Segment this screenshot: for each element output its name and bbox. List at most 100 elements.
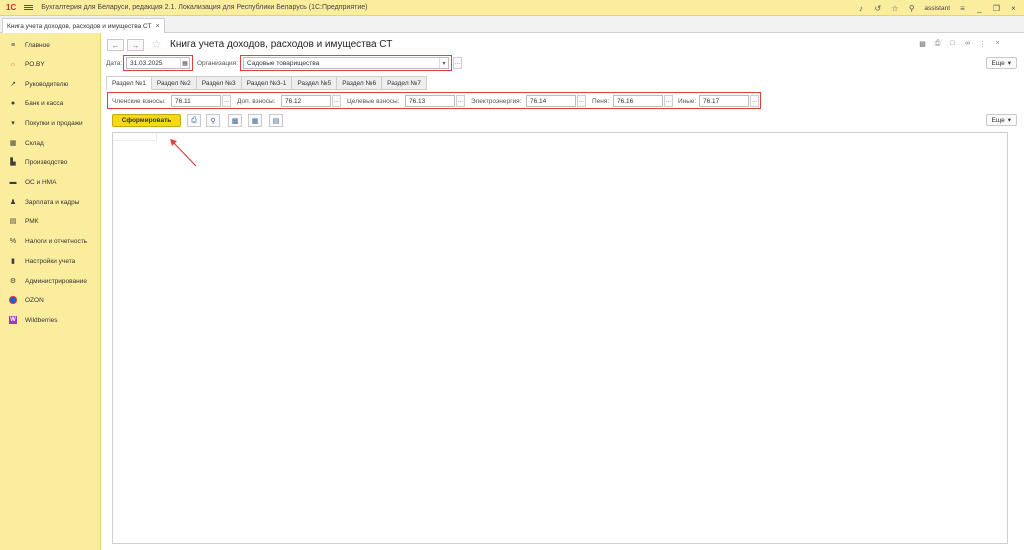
target-fees-select-button[interactable]: ... xyxy=(456,95,465,107)
organization-label: Организация: xyxy=(197,60,239,67)
electricity-select-button[interactable]: ... xyxy=(577,95,586,107)
form-toolbar: ▩ ⎙ □ ∞ ⋮ × xyxy=(918,39,1002,48)
close-icon[interactable]: × xyxy=(1009,4,1018,13)
star-icon[interactable]: ☆ xyxy=(890,4,899,13)
book-icon: ▮ xyxy=(11,258,15,265)
app-title: Бухгалтерия для Беларуси, редакция 2.1. … xyxy=(41,4,368,11)
restore-icon[interactable]: ❐ xyxy=(992,4,1001,13)
favorite-star-icon[interactable]: ☆ xyxy=(151,37,162,51)
sidebar-item-production[interactable]: ▙ Производство xyxy=(0,154,100,170)
sidebar-item-wildberries[interactable]: W Wildberries xyxy=(0,312,100,328)
annotation-arrow xyxy=(170,139,197,167)
section-tabs: Раздел №1 Раздел №2 Раздел №3 Раздел №3-… xyxy=(106,76,428,90)
sidebar-item-label: Зарплата и кадры xyxy=(25,198,80,206)
bell-icon[interactable]: ♪ xyxy=(856,4,865,13)
target-fees-field[interactable]: 76.13 xyxy=(405,95,455,107)
sidebar-item-assets[interactable]: ▬ ОС и НМА xyxy=(0,174,100,190)
close-tab-icon[interactable]: × xyxy=(156,23,160,30)
sun-icon: ☼ xyxy=(9,60,17,68)
extra-fees-select-button[interactable]: ... xyxy=(332,95,341,107)
minimize-icon[interactable]: _ xyxy=(975,4,984,13)
tab-section-5[interactable]: Раздел №5 xyxy=(292,76,338,90)
sidebar-item-main[interactable]: ≡ Главное xyxy=(0,37,100,53)
cart-icon: ▾ xyxy=(11,120,15,127)
history-icon[interactable]: ↺ xyxy=(873,4,882,13)
active-cell[interactable] xyxy=(113,133,157,141)
toolbar-more-label: Еще xyxy=(991,116,1005,124)
forward-button[interactable]: → xyxy=(127,39,144,51)
membership-fees-select-button[interactable]: ... xyxy=(222,95,231,107)
menu-icon[interactable] xyxy=(24,5,34,10)
report-spreadsheet[interactable] xyxy=(112,132,1008,544)
settings-icon[interactable]: ▤ xyxy=(269,114,283,127)
sidebar-item-ozon[interactable]: OZON xyxy=(0,292,100,308)
more-button[interactable]: Еще ▾ xyxy=(985,57,1017,69)
extra-fees-label: Доп. взносы: xyxy=(237,98,276,105)
more-label: Еще xyxy=(991,59,1005,67)
main-area: ← → ☆ Книга учета доходов, расходов и им… xyxy=(101,33,1024,550)
other-field[interactable]: 76.17 xyxy=(699,95,749,107)
more-vertical-icon[interactable]: ⋮ xyxy=(978,39,987,48)
sidebar-item-taxes[interactable]: % Налоги и отчетность xyxy=(0,233,100,249)
other-select-button[interactable]: ... xyxy=(750,95,759,107)
date-label: Дата: xyxy=(106,60,123,67)
sidebar-item-salary[interactable]: ♟ Зарплата и кадры xyxy=(0,194,100,210)
wildberries-icon: W xyxy=(9,316,17,324)
other-label: Иные: xyxy=(678,98,697,105)
sidebar-item-bank[interactable]: ● Банк и касса xyxy=(0,95,100,111)
settings-menu-icon[interactable]: ≡ xyxy=(958,4,967,13)
sidebar-item-rmk[interactable]: ▤ РМК xyxy=(0,213,100,229)
ozon-icon xyxy=(9,296,17,304)
preview-icon[interactable]: □ xyxy=(948,39,957,48)
sidebar-item-label: Руководителю xyxy=(25,80,69,88)
user-name[interactable]: assistant xyxy=(924,5,950,12)
save-icon[interactable]: ▩ xyxy=(918,39,927,48)
sidebar-item-purchases[interactable]: ▾ Покупки и продажи xyxy=(0,115,100,131)
sidebar-item-administration[interactable]: ⚙ Администрирование xyxy=(0,273,100,289)
save-icon[interactable]: ▩ xyxy=(228,114,242,127)
sidebar-item-accounting-settings[interactable]: ▮ Настройки учета xyxy=(0,253,100,269)
electricity-field[interactable]: 76.14 xyxy=(526,95,576,107)
penalty-field[interactable]: 76.16 xyxy=(613,95,663,107)
tab-section-3[interactable]: Раздел №3 xyxy=(196,76,242,90)
extra-fees-field[interactable]: 76.12 xyxy=(281,95,331,107)
link-icon[interactable]: ∞ xyxy=(963,39,972,48)
page-title: Книга учета доходов, расходов и имуществ… xyxy=(170,39,393,50)
sidebar-item-label: OZON xyxy=(25,296,44,304)
generate-button[interactable]: Сформировать xyxy=(112,114,181,127)
table-icon[interactable]: ▦ xyxy=(248,114,262,127)
sidebar-item-label: РМК xyxy=(25,217,39,225)
preview-icon[interactable]: ⚲ xyxy=(206,114,220,127)
print-button[interactable]: ⎙ xyxy=(187,114,201,127)
person-icon: ♟ xyxy=(9,199,17,206)
sidebar-item-warehouse[interactable]: ▦ Склад xyxy=(0,135,100,151)
tab-section-3-1[interactable]: Раздел №3-1 xyxy=(241,76,293,90)
print-icon[interactable]: ⎙ xyxy=(933,39,942,48)
open-documents-bar: Книга учета доходов, расходов и имуществ… xyxy=(0,16,1024,33)
sidebar-item-ro-by[interactable]: ☼ РО.BY xyxy=(0,56,100,72)
search-icon[interactable]: ⚲ xyxy=(907,4,916,13)
tab-section-2[interactable]: Раздел №2 xyxy=(151,76,197,90)
truck-icon: ▬ xyxy=(9,178,17,186)
membership-fees-field[interactable]: 76.11 xyxy=(171,95,221,107)
tab-section-7[interactable]: Раздел №7 xyxy=(382,76,428,90)
target-fees-label: Целевые взносы: xyxy=(347,98,400,105)
trend-icon: ↗ xyxy=(10,81,16,88)
sidebar-item-label: Администрирование xyxy=(25,277,87,285)
penalty-label: Пеня: xyxy=(592,98,610,105)
register-icon: ▤ xyxy=(9,218,17,225)
warehouse-icon: ▦ xyxy=(9,140,17,147)
sidebar: ≡ Главное ☼ РО.BY ↗ Руководителю ● Банк … xyxy=(0,33,101,550)
penalty-value: 76.16 xyxy=(617,97,634,105)
back-button[interactable]: ← xyxy=(107,39,124,51)
tab-section-6[interactable]: Раздел №6 xyxy=(337,76,383,90)
penalty-select-button[interactable]: ... xyxy=(664,95,673,107)
toolbar-more-button[interactable]: Еще ▾ xyxy=(985,114,1017,126)
sidebar-item-label: РО.BY xyxy=(25,60,45,68)
tab-section-1[interactable]: Раздел №1 xyxy=(106,76,152,90)
organization-select-button[interactable]: ... xyxy=(453,57,462,69)
sidebar-item-manager[interactable]: ↗ Руководителю xyxy=(0,76,100,92)
document-tab[interactable]: Книга учета доходов, расходов и имуществ… xyxy=(2,18,165,33)
sidebar-item-label: Главное xyxy=(25,41,50,49)
close-form-icon[interactable]: × xyxy=(993,39,1002,48)
